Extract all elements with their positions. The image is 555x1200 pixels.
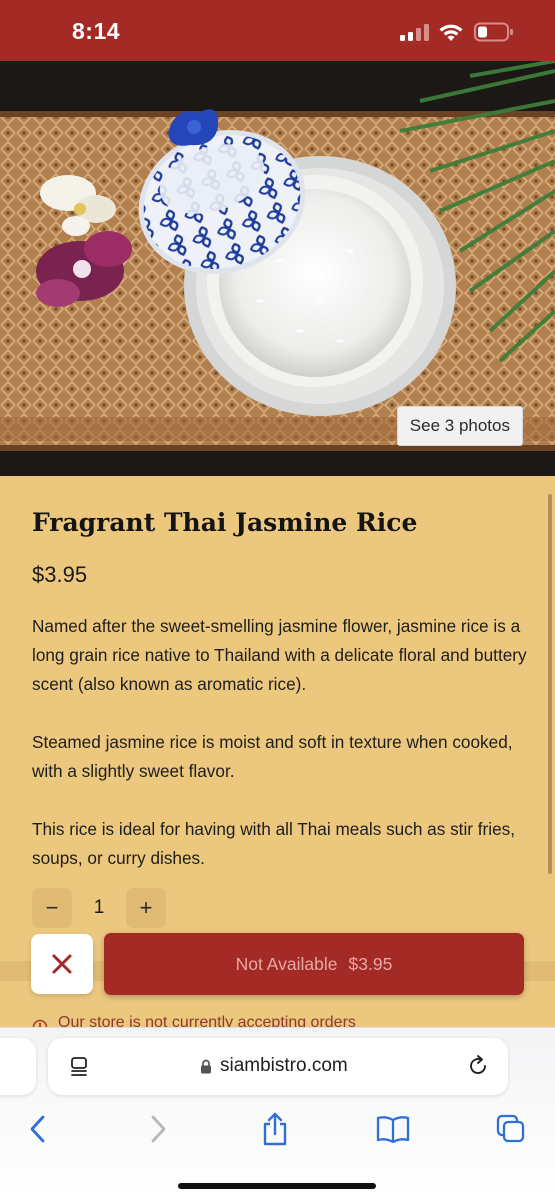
- add-to-cart-button[interactable]: Not Available $3.95: [104, 933, 524, 995]
- tabs-icon: [496, 1114, 525, 1143]
- action-bar: Not Available $3.95: [0, 932, 555, 1012]
- quantity-stepper: − 1 +: [32, 888, 166, 928]
- browser-toolbar: siambistro.com: [0, 1027, 555, 1200]
- page-format-icon[interactable]: [68, 1056, 90, 1078]
- product-photo[interactable]: See 3 photos: [0, 61, 555, 476]
- description-paragraph: This rice is ideal for having with all T…: [32, 819, 516, 868]
- cellular-signal-icon: [400, 24, 429, 41]
- description-paragraph: Steamed jasmine rice is moist and soft i…: [32, 732, 513, 781]
- forward-button[interactable]: [138, 1112, 178, 1146]
- lock-icon: [201, 1059, 211, 1074]
- product-description: Named after the sweet-smelling jasmine f…: [32, 612, 527, 902]
- previous-tab-preview[interactable]: [0, 1038, 36, 1095]
- add-button-label: Not Available: [235, 953, 338, 974]
- wifi-icon: [439, 24, 463, 41]
- share-button[interactable]: [255, 1112, 295, 1146]
- bookmarks-icon: [376, 1116, 410, 1143]
- quantity-value: 1: [93, 897, 105, 918]
- product-details: Fragrant Thai Jasmine Rice $3.95 Named a…: [0, 476, 555, 1036]
- status-time: 8:14: [72, 18, 121, 44]
- status-bar: 8:14: [0, 0, 555, 61]
- home-indicator[interactable]: [178, 1183, 376, 1189]
- url-domain: siambistro.com: [220, 1055, 348, 1076]
- close-button[interactable]: [31, 934, 93, 994]
- tabs-button[interactable]: [491, 1112, 531, 1146]
- battery-icon: [474, 22, 513, 42]
- add-button-price: $3.95: [348, 953, 393, 974]
- description-paragraph: Named after the sweet-smelling jasmine f…: [32, 616, 527, 694]
- increment-button[interactable]: +: [126, 888, 166, 928]
- back-button[interactable]: [18, 1112, 58, 1146]
- product-price: $3.95: [32, 562, 88, 587]
- address-bar[interactable]: siambistro.com: [48, 1038, 508, 1095]
- see-photos-button[interactable]: See 3 photos: [396, 406, 523, 446]
- forward-icon: [151, 1115, 166, 1143]
- share-icon: [263, 1112, 287, 1146]
- bookmarks-button[interactable]: [373, 1112, 413, 1146]
- scrollbar[interactable]: [548, 494, 552, 874]
- reload-icon[interactable]: [466, 1054, 490, 1078]
- back-icon: [30, 1115, 45, 1143]
- decrement-button[interactable]: −: [32, 888, 72, 928]
- close-icon: [52, 954, 72, 974]
- product-title: Fragrant Thai Jasmine Rice: [32, 508, 418, 537]
